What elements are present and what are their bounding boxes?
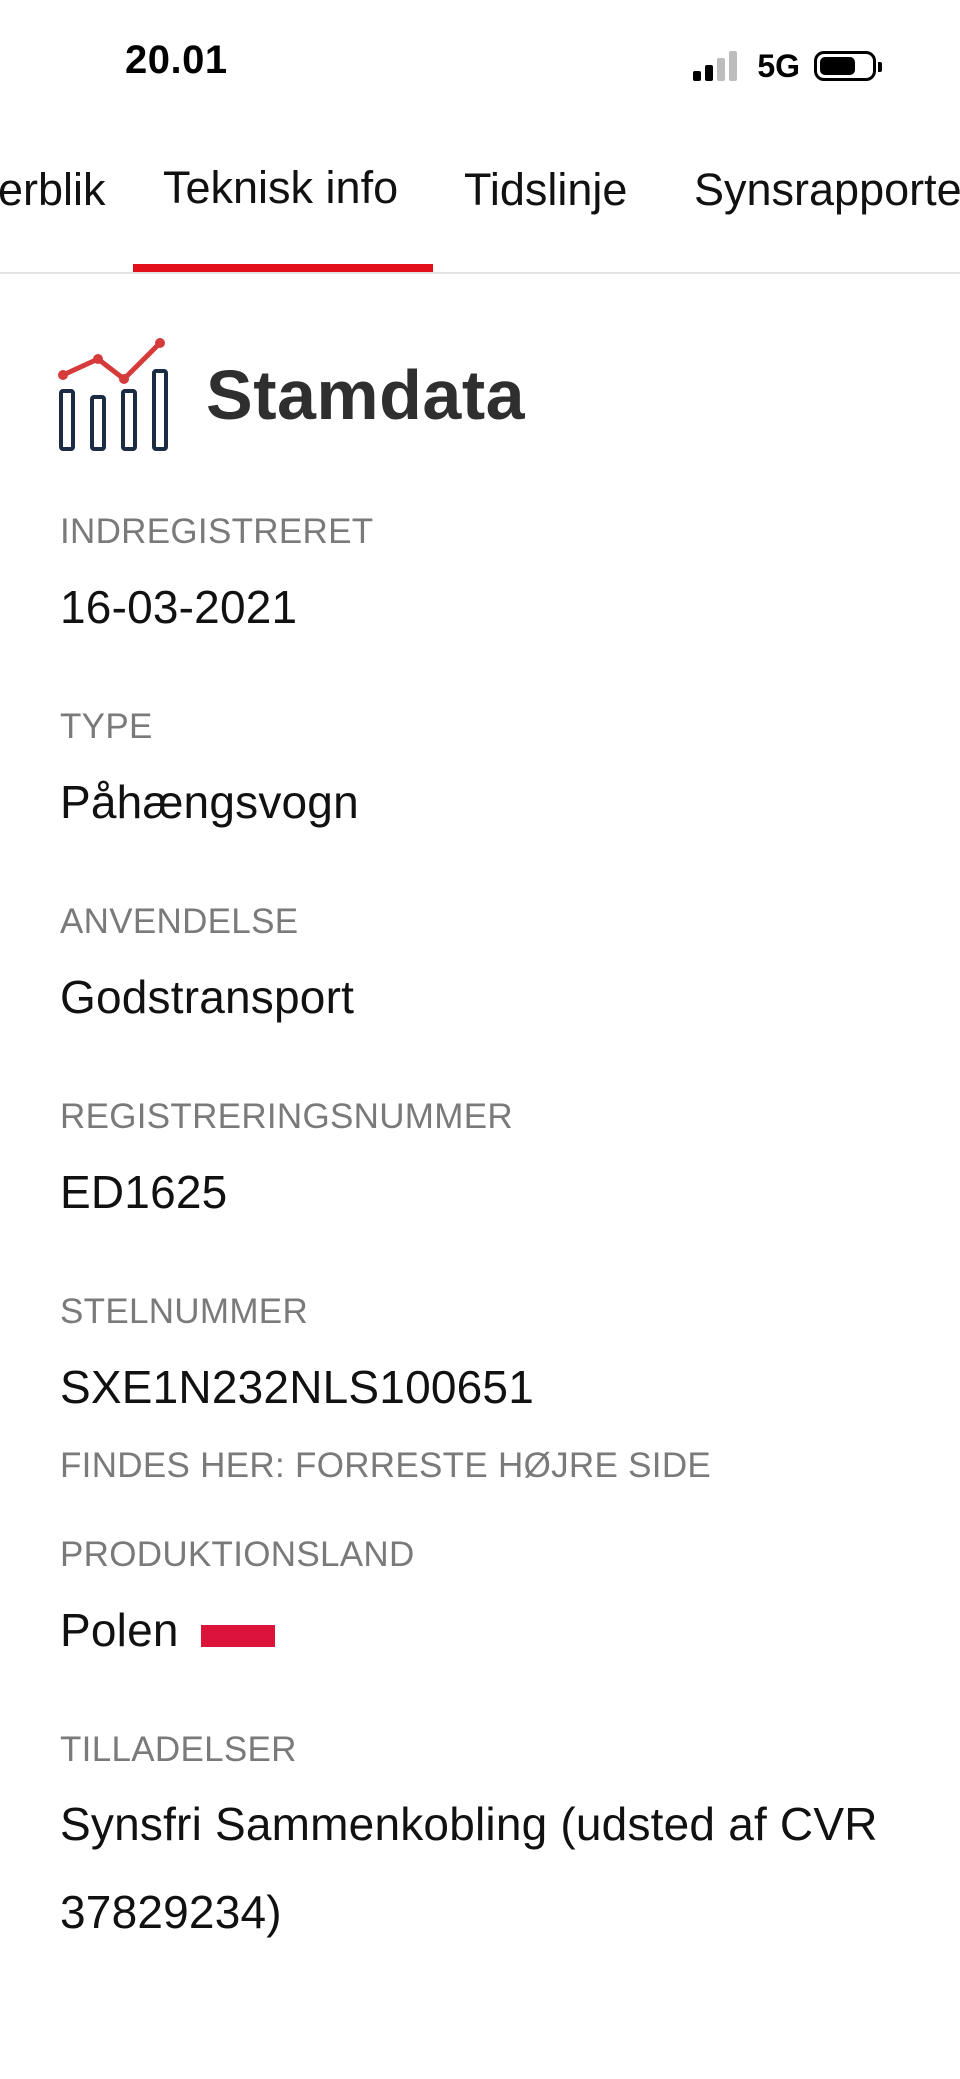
tab-teknisk-info[interactable]: Teknisk info bbox=[163, 162, 398, 214]
section-title: Stamdata bbox=[206, 356, 526, 434]
produktionsland-row: Polen bbox=[60, 1603, 275, 1657]
tab-tidslinje[interactable]: Tidslinje bbox=[464, 164, 627, 216]
registreringsnummer-value: ED1625 bbox=[60, 1166, 228, 1218]
section-header: Stamdata bbox=[58, 337, 525, 453]
status-icons: 5G bbox=[693, 46, 882, 86]
stelnummer-location-note: FINDES HER: FORRESTE HØJRE SIDE bbox=[60, 1446, 712, 1485]
registreringsnummer-label: REGISTRERINGSNUMMER bbox=[60, 1097, 513, 1136]
anvendelse-value: Godstransport bbox=[60, 971, 355, 1023]
network-type-label: 5G bbox=[757, 47, 800, 84]
battery-icon bbox=[814, 51, 882, 81]
tab-overblik[interactable]: erblik bbox=[0, 164, 106, 216]
tab-synsrapporter[interactable]: Synsrapporte bbox=[694, 164, 960, 216]
anvendelse-label: ANVENDELSE bbox=[60, 902, 299, 941]
type-label: TYPE bbox=[60, 707, 153, 746]
status-bar: 20.01 5G bbox=[0, 0, 960, 130]
status-time: 20.01 bbox=[125, 38, 228, 82]
indregistreret-label: INDREGISTRERET bbox=[60, 512, 374, 551]
cellular-signal-icon bbox=[693, 51, 741, 81]
produktionsland-label: PRODUKTIONSLAND bbox=[60, 1535, 415, 1574]
stelnummer-value: SXE1N232NLS100651 bbox=[60, 1361, 534, 1413]
poland-flag-icon bbox=[200, 1624, 275, 1647]
produktionsland-value: Polen bbox=[60, 1604, 179, 1656]
tilladelser-value: Synsfri Sammenkobling (udsted af CVR 378… bbox=[60, 1798, 878, 1938]
stelnummer-label: STELNUMMER bbox=[60, 1292, 309, 1331]
indregistreret-value: 16-03-2021 bbox=[60, 581, 298, 633]
tilladelser-label: TILLADELSER bbox=[60, 1730, 297, 1769]
stats-chart-icon bbox=[58, 338, 168, 451]
active-tab-indicator bbox=[133, 264, 433, 272]
type-value: Påhængsvogn bbox=[60, 776, 359, 828]
tab-bar: erblik Teknisk info Tidslinje Synsrappor… bbox=[0, 130, 960, 274]
